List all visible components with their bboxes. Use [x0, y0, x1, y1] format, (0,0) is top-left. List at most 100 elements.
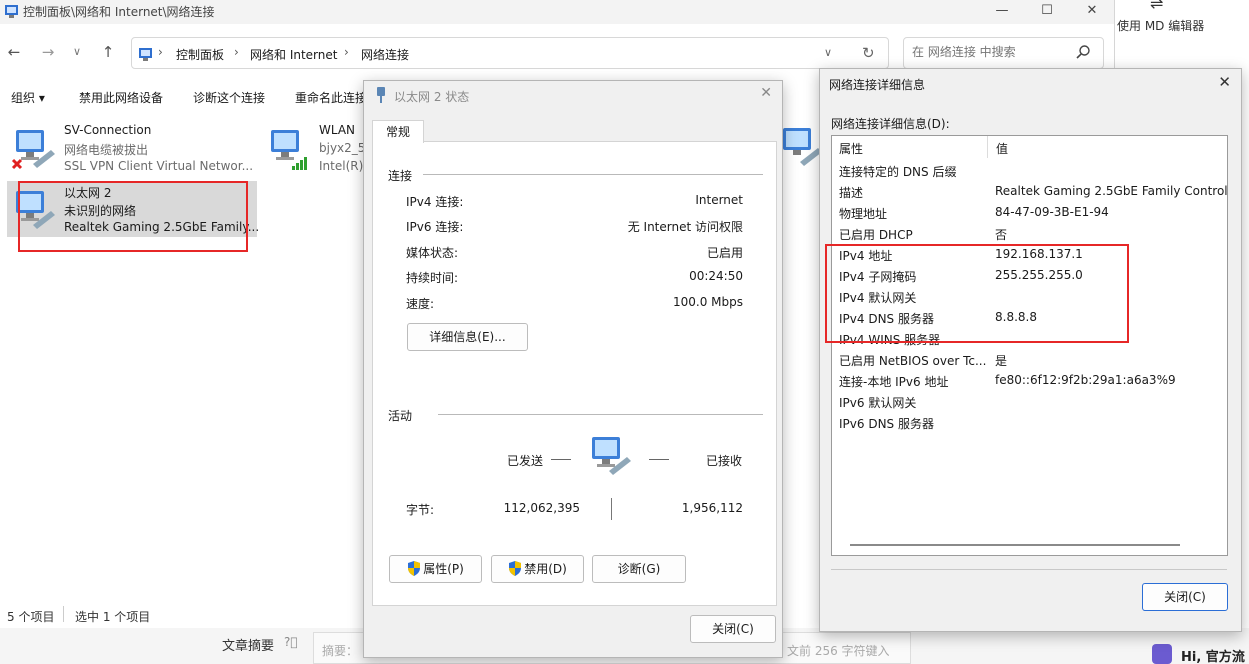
- table-row[interactable]: IPv6 DNS 服务器: [832, 412, 1227, 433]
- diagnose-connection-button[interactable]: 诊断这个连接: [193, 89, 265, 106]
- organize-button[interactable]: 组织 ▾: [11, 89, 45, 106]
- general-tab-panel: 连接 IPv4 连接: Internet IPv6 连接: 无 Internet…: [372, 141, 777, 606]
- bytes-received-value: 1,956,112: [681, 501, 743, 515]
- forward-arrow-icon[interactable]: →: [37, 41, 59, 63]
- breadcrumb-control-panel[interactable]: 控制面板: [176, 46, 224, 63]
- divider: [438, 414, 763, 415]
- ipv4-connectivity-value: Internet: [695, 193, 743, 207]
- bytes-divider: [611, 498, 612, 520]
- up-arrow-icon[interactable]: ↑: [97, 41, 119, 63]
- table-row[interactable]: 已启用 DHCP 否: [832, 223, 1227, 244]
- connection-device: Intel(R): [319, 159, 364, 173]
- uac-shield-icon: [408, 561, 421, 576]
- ethernet-plug-icon: [377, 87, 385, 103]
- control-panel-icon: [139, 48, 152, 61]
- chevron-right-icon[interactable]: ›: [234, 45, 239, 59]
- search-box: [903, 37, 1104, 69]
- chevron-down-icon[interactable]: ∨: [824, 46, 832, 59]
- ipv6-connectivity-value: 无 Internet 访问权限: [627, 220, 743, 234]
- bytes-sent-value: 112,062,395: [503, 501, 580, 515]
- ipv6-connectivity-label: IPv6 连接:: [406, 220, 464, 234]
- connection-name: WLAN: [319, 123, 356, 137]
- network-adapter-disconnected-icon: [11, 130, 55, 170]
- greeting-text: Hi, 官方流: [1181, 650, 1245, 664]
- window-title: 控制面板\网络和 Internet\网络连接: [23, 5, 215, 19]
- list-item[interactable]: WLAN bjyx2_5G Intel(R): [262, 120, 375, 176]
- received-line: [649, 459, 669, 460]
- table-row[interactable]: 连接-本地 IPv6 地址 fe80::6f12:9f2b:29a1:a6a3%9: [832, 370, 1227, 391]
- property-value: 否: [995, 228, 1008, 242]
- uac-shield-icon: [509, 561, 522, 576]
- bytes-label: 字节:: [406, 503, 435, 517]
- recent-chevron-icon[interactable]: ∨: [66, 41, 88, 63]
- column-divider[interactable]: [987, 136, 988, 158]
- disable-label: 禁用(D): [524, 562, 567, 576]
- properties-label: 属性(P): [423, 562, 464, 576]
- tab-general[interactable]: 常规: [372, 120, 424, 143]
- search-input[interactable]: [912, 45, 1072, 59]
- properties-button[interactable]: 属性(P): [389, 555, 482, 583]
- sent-label: 已发送: [507, 454, 544, 468]
- search-icon[interactable]: [1075, 44, 1091, 60]
- property-name: 已启用 DHCP: [839, 228, 913, 242]
- table-row[interactable]: 描述 Realtek Gaming 2.5GbE Family Controlle…: [832, 181, 1228, 202]
- avatar[interactable]: [1152, 644, 1172, 664]
- property-name: 连接-本地 IPv6 地址: [839, 375, 949, 389]
- column-header-property[interactable]: 属性: [839, 140, 863, 157]
- chevron-right-icon[interactable]: ›: [158, 45, 163, 59]
- ipv4-connectivity-label: IPv4 连接:: [406, 195, 464, 209]
- maximize-icon[interactable]: ☐: [1024, 0, 1070, 24]
- table-row[interactable]: 连接特定的 DNS 后缀: [832, 160, 1227, 181]
- breadcrumb-network-connections[interactable]: 网络连接: [361, 46, 409, 63]
- address-bar[interactable]: › 控制面板 › 网络和 Internet › 网络连接 ∨ ↻: [131, 37, 889, 69]
- highlight-box: [18, 181, 248, 252]
- property-value: Realtek Gaming 2.5GbE Family Controller: [995, 184, 1228, 198]
- minimize-icon[interactable]: —: [979, 0, 1025, 24]
- chevron-right-icon[interactable]: ›: [344, 45, 349, 59]
- status-bar: 5 个项目 选中 1 个项目: [0, 604, 360, 626]
- received-label: 已接收: [706, 454, 743, 468]
- list-item[interactable]: SV-Connection 网络电缆被拔出 SSL VPN Client Vir…: [7, 120, 257, 176]
- explorer-titlebar[interactable]: 控制面板\网络和 Internet\网络连接 — ☐ ✕: [0, 0, 1114, 24]
- dialog-title: 网络连接详细信息: [829, 78, 926, 92]
- summary-label: 文章摘要: [222, 639, 275, 654]
- refresh-icon[interactable]: ↻: [862, 44, 875, 62]
- close-icon[interactable]: ✕: [1069, 0, 1115, 24]
- close-button[interactable]: 关闭(C): [690, 615, 776, 643]
- table-row[interactable]: 已启用 NetBIOS over Tc... 是: [832, 349, 1227, 370]
- horizontal-scrollbar[interactable]: [850, 544, 1180, 546]
- details-dialog: 网络连接详细信息 ✕ 网络连接详细信息(D): 属性 值 连接特定的 DNS 后…: [819, 68, 1242, 632]
- rename-connection-button[interactable]: 重命名此连接: [295, 89, 367, 106]
- disable-device-button[interactable]: 禁用此网络设备: [79, 89, 163, 106]
- column-header-value[interactable]: 值: [996, 140, 1008, 157]
- divider: [423, 174, 763, 175]
- property-name: 连接特定的 DNS 后缀: [839, 165, 957, 179]
- md-editor-label[interactable]: 使用 MD 编辑器: [1117, 17, 1204, 34]
- back-arrow-icon[interactable]: ←: [3, 41, 25, 63]
- help-icon: ?⃝: [284, 635, 298, 649]
- table-row[interactable]: 物理地址 84-47-09-3B-E1-94: [832, 202, 1227, 223]
- speed-value: 100.0 Mbps: [672, 295, 743, 309]
- sent-line: [551, 459, 571, 460]
- close-button[interactable]: 关闭(C): [1142, 583, 1228, 611]
- network-adapter-icon: [783, 128, 822, 166]
- property-name: 已启用 NetBIOS over Tc...: [839, 354, 987, 368]
- table-row[interactable]: IPv6 默认网关: [832, 391, 1227, 412]
- duration-label: 持续时间:: [406, 271, 459, 285]
- item-count: 5 个项目: [7, 610, 55, 624]
- duration-value: 00:24:50: [689, 269, 743, 283]
- background-editor-area: ⇌ 使用 MD 编辑器: [1115, 0, 1249, 40]
- connection-status: 网络电缆被拔出: [64, 143, 149, 157]
- details-list[interactable]: 属性 值 连接特定的 DNS 后缀描述 Realtek Gaming 2.5GbE…: [831, 135, 1228, 556]
- disable-button[interactable]: 禁用(D): [491, 555, 584, 583]
- close-icon[interactable]: ✕: [760, 85, 772, 101]
- media-state-label: 媒体状态:: [406, 246, 459, 260]
- property-name: IPv6 默认网关: [839, 396, 917, 410]
- breadcrumb-network-internet[interactable]: 网络和 Internet: [250, 46, 337, 63]
- details-list-label: 网络连接详细信息(D):: [831, 117, 950, 131]
- details-button[interactable]: 详细信息(E)...: [407, 323, 528, 351]
- media-state-value: 已启用: [706, 246, 743, 260]
- navigation-bar: ← → ∨ ↑ › 控制面板 › 网络和 Internet › 网络连接 ∨ ↻: [0, 34, 1114, 70]
- close-icon[interactable]: ✕: [1218, 73, 1231, 91]
- diagnose-button[interactable]: 诊断(G): [592, 555, 686, 583]
